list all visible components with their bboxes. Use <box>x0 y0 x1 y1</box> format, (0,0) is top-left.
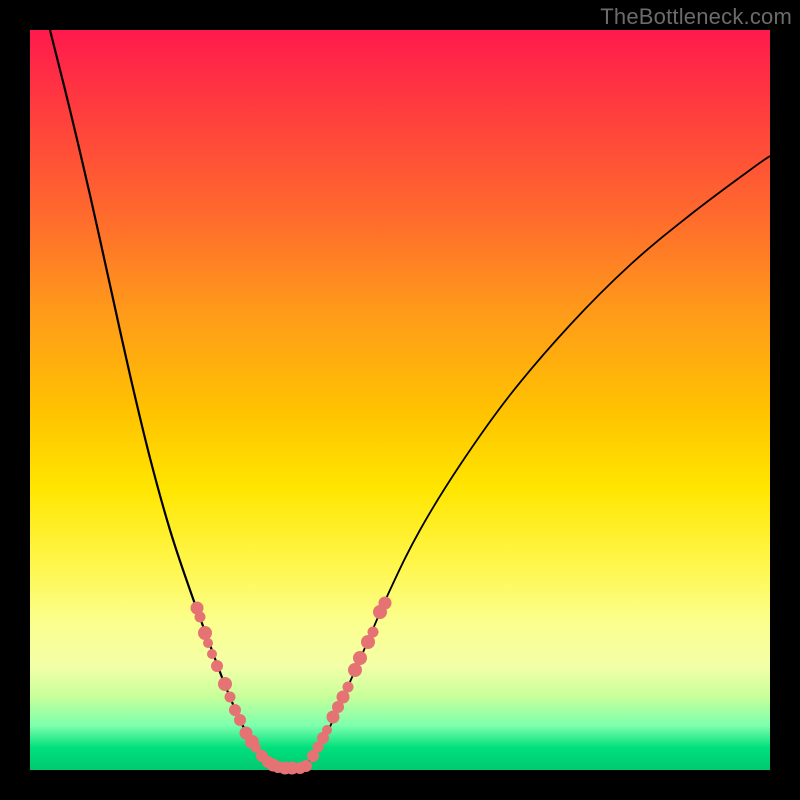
data-point <box>353 651 367 665</box>
data-point <box>348 663 362 677</box>
data-point <box>379 597 392 610</box>
data-point <box>343 682 354 693</box>
data-point <box>322 725 332 735</box>
data-point <box>207 649 217 659</box>
data-point <box>368 627 379 638</box>
left-curve <box>50 30 273 766</box>
data-point <box>198 626 212 640</box>
data-point <box>203 638 213 648</box>
data-point <box>225 692 236 703</box>
data-point <box>234 714 246 726</box>
chart-frame: TheBottleneck.com <box>0 0 800 800</box>
watermark-text: TheBottleneck.com <box>600 4 792 30</box>
pink-dots-group <box>191 597 392 775</box>
data-point <box>218 677 232 691</box>
curve-svg <box>30 30 770 770</box>
plot-area <box>30 30 770 770</box>
data-point <box>195 612 206 623</box>
data-point <box>300 760 312 772</box>
data-point <box>211 660 223 672</box>
right-curve <box>305 156 770 766</box>
